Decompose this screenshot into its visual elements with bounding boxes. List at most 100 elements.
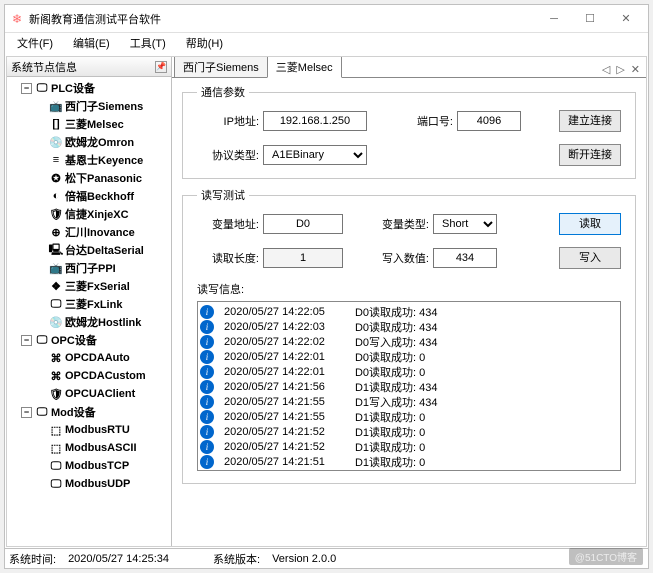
params-legend: 通信参数 — [197, 84, 249, 100]
tab-next-icon[interactable]: ▷ — [614, 62, 626, 77]
log-row[interactable]: i2020/05/27 14:21:55D1读取成功: 0 — [200, 409, 618, 424]
log-row[interactable]: i2020/05/27 14:22:01D0读取成功: 0 — [200, 349, 618, 364]
log-list[interactable]: i2020/05/27 14:22:05D0读取成功: 434i2020/05/… — [197, 301, 621, 471]
tree-group[interactable]: −🖵PLC设备 — [7, 79, 171, 97]
tree-item[interactable]: ◐倍福Beckhoff — [7, 187, 171, 205]
device-icon: 🛡 — [49, 207, 63, 221]
tree-item-label: 欧姆龙Omron — [65, 134, 134, 150]
log-row[interactable]: i2020/05/27 14:21:56D1读取成功: 434 — [200, 379, 618, 394]
device-tree[interactable]: −🖵PLC设备📺西门子Siemens[]三菱Melsec💿欧姆龙Omron≡基恩… — [7, 77, 171, 546]
input-wval[interactable] — [433, 248, 497, 268]
tree-item[interactable]: 📺西门子PPI — [7, 259, 171, 277]
tree-item[interactable]: 🖵三菱FxLink — [7, 295, 171, 313]
btn-disconnect[interactable]: 断开连接 — [559, 144, 621, 166]
menu-file[interactable]: 文件(F) — [7, 33, 63, 55]
tree-item-label: 倍福Beckhoff — [65, 188, 134, 204]
label-type: 变量类型: — [373, 216, 433, 232]
content-area: 西门子Siemens 三菱Melsec ◁ ▷ ✕ 通信参数 IP地址: 端口号… — [172, 57, 646, 546]
close-button[interactable]: ✕ — [608, 7, 644, 31]
tree-item-label: 信捷XinjeXC — [65, 206, 129, 222]
tree-item[interactable]: ⌘OPCDAAuto — [7, 349, 171, 367]
device-icon: ⬚ — [49, 423, 63, 437]
log-msg: D0读取成功: 434 — [355, 319, 438, 335]
pin-icon[interactable]: 📌 — [155, 61, 167, 73]
tree-item[interactable]: 🖵ModbusUDP — [7, 475, 171, 493]
log-row[interactable]: i2020/05/27 14:22:01D0读取成功: 0 — [200, 364, 618, 379]
menu-edit[interactable]: 编辑(E) — [63, 33, 120, 55]
log-msg: D1写入成功: 434 — [355, 394, 438, 410]
input-ip[interactable] — [263, 111, 367, 131]
input-addr[interactable] — [263, 214, 343, 234]
minimize-button[interactable]: ─ — [536, 7, 572, 31]
tree-item[interactable]: ✪松下Panasonic — [7, 169, 171, 187]
info-icon: i — [200, 410, 214, 424]
rw-legend: 读写测试 — [197, 187, 249, 203]
input-port[interactable] — [457, 111, 521, 131]
log-row[interactable]: i2020/05/27 14:22:02D0写入成功: 434 — [200, 334, 618, 349]
app-window: ❄ 新阁教育通信测试平台软件 ─ ☐ ✕ 文件(F) 编辑(E) 工具(T) 帮… — [4, 4, 649, 569]
menu-tools[interactable]: 工具(T) — [120, 33, 176, 55]
collapse-icon[interactable]: − — [21, 335, 32, 346]
btn-connect[interactable]: 建立连接 — [559, 110, 621, 132]
tree-item[interactable]: ⬚ModbusRTU — [7, 421, 171, 439]
log-row[interactable]: i2020/05/27 14:22:03D0读取成功: 434 — [200, 319, 618, 334]
folder-icon: 🖵 — [35, 405, 49, 419]
tab-close-icon[interactable]: ✕ — [629, 62, 642, 77]
tree-item[interactable]: 💿欧姆龙Hostlink — [7, 313, 171, 331]
log-row[interactable]: i2020/05/27 14:21:52D1读取成功: 0 — [200, 424, 618, 439]
tree-item[interactable]: ⌘OPCDACustom — [7, 367, 171, 385]
tree-item[interactable]: 💿欧姆龙Omron — [7, 133, 171, 151]
sidebar-title: 系统节点信息 — [11, 59, 155, 75]
tree-item-label: 台达DeltaSerial — [65, 242, 144, 258]
tree-item[interactable]: 🖵ModbusTCP — [7, 457, 171, 475]
tree-item[interactable]: ⊕汇川Inovance — [7, 223, 171, 241]
app-icon: ❄ — [9, 11, 25, 27]
device-icon: 💿 — [49, 315, 63, 329]
log-row[interactable]: i2020/05/27 14:21:55D1写入成功: 434 — [200, 394, 618, 409]
tree-item-label: 基恩士Keyence — [65, 152, 143, 168]
maximize-button[interactable]: ☐ — [572, 7, 608, 31]
label-proto: 协议类型: — [197, 147, 263, 163]
tree-item[interactable]: 📺西门子Siemens — [7, 97, 171, 115]
title-bar: ❄ 新阁教育通信测试平台软件 ─ ☐ ✕ — [5, 5, 648, 33]
btn-write[interactable]: 写入 — [559, 247, 621, 269]
info-icon: i — [200, 305, 214, 319]
tree-item[interactable]: 🛡信捷XinjeXC — [7, 205, 171, 223]
sidebar-header: 系统节点信息 📌 — [7, 57, 171, 77]
tree-item[interactable]: 🛡OPCUAClient — [7, 385, 171, 403]
tab-prev-icon[interactable]: ◁ — [600, 62, 612, 77]
label-port: 端口号: — [397, 113, 457, 129]
sidebar: 系统节点信息 📌 −🖵PLC设备📺西门子Siemens[]三菱Melsec💿欧姆… — [7, 57, 172, 546]
tree-item[interactable]: ❖三菱FxSerial — [7, 277, 171, 295]
log-ts: 2020/05/27 14:21:52 — [224, 426, 325, 438]
tree-item[interactable]: ≡基恩士Keyence — [7, 151, 171, 169]
select-type[interactable]: Short — [433, 214, 497, 234]
tree-item[interactable]: []三菱Melsec — [7, 115, 171, 133]
log-row[interactable]: i2020/05/27 14:21:49连接PLC成功 — [200, 469, 618, 471]
info-icon: i — [200, 380, 214, 394]
log-row[interactable]: i2020/05/27 14:21:51D1读取成功: 0 — [200, 454, 618, 469]
info-icon: i — [200, 350, 214, 364]
label-wval: 写入数值: — [373, 250, 433, 266]
menu-help[interactable]: 帮助(H) — [176, 33, 233, 55]
tab-siemens[interactable]: 西门子Siemens — [174, 57, 268, 77]
tree-item[interactable]: 🖳台达DeltaSerial — [7, 241, 171, 259]
tree-group[interactable]: −🖵OPC设备 — [7, 331, 171, 349]
log-msg: D0读取成功: 0 — [355, 364, 425, 380]
btn-read[interactable]: 读取 — [559, 213, 621, 235]
tree-item-label: 欧姆龙Hostlink — [65, 314, 141, 330]
input-len — [263, 248, 343, 268]
status-time-value: 2020/05/27 14:25:34 — [68, 553, 169, 565]
select-proto[interactable]: A1EBinary — [263, 145, 367, 165]
tree-group[interactable]: −🖵Mod设备 — [7, 403, 171, 421]
tree-item-label: 汇川Inovance — [65, 224, 135, 240]
log-msg: D0写入成功: 434 — [355, 334, 438, 350]
log-row[interactable]: i2020/05/27 14:21:52D1读取成功: 0 — [200, 439, 618, 454]
device-icon: ⌘ — [49, 351, 63, 365]
log-row[interactable]: i2020/05/27 14:22:05D0读取成功: 434 — [200, 304, 618, 319]
collapse-icon[interactable]: − — [21, 407, 32, 418]
tree-item[interactable]: ⬚ModbusASCII — [7, 439, 171, 457]
tab-melsec[interactable]: 三菱Melsec — [267, 57, 342, 78]
log-ts: 2020/05/27 14:22:01 — [224, 351, 325, 363]
collapse-icon[interactable]: − — [21, 83, 32, 94]
